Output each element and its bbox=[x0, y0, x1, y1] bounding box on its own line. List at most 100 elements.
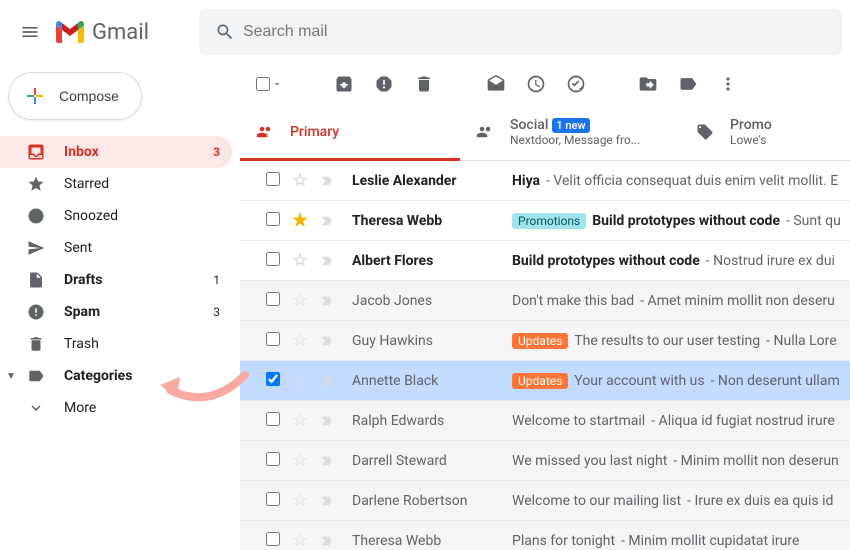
email-row[interactable]: ⋮⋮☆Leslie AlexanderHiya - Velit officia … bbox=[240, 161, 850, 201]
inbox-icon bbox=[26, 142, 46, 162]
nav-label: More bbox=[64, 400, 220, 416]
report-spam-button[interactable] bbox=[374, 74, 394, 94]
row-checkbox[interactable] bbox=[266, 532, 286, 550]
important-icon[interactable] bbox=[320, 373, 340, 389]
draft-icon bbox=[26, 270, 46, 290]
email-row[interactable]: ⋮⋮☆Darlene RobertsonWelcome to our maili… bbox=[240, 481, 850, 521]
important-icon[interactable] bbox=[320, 293, 340, 309]
star-icon[interactable]: ☆ bbox=[292, 370, 312, 391]
important-icon[interactable] bbox=[320, 453, 340, 469]
email-row[interactable]: ⋮⋮☆Jacob JonesDon't make this bad - Amet… bbox=[240, 281, 850, 321]
important-icon[interactable] bbox=[320, 213, 340, 229]
delete-button[interactable] bbox=[414, 74, 434, 94]
important-icon[interactable] bbox=[320, 533, 340, 549]
sidebar-item-more[interactable]: More bbox=[0, 392, 232, 424]
sender: Darlene Robertson bbox=[352, 493, 512, 509]
label-icon bbox=[26, 366, 46, 386]
star-icon[interactable]: ☆ bbox=[292, 450, 312, 471]
star-icon[interactable]: ☆ bbox=[292, 410, 312, 431]
toolbar bbox=[240, 64, 850, 104]
gmail-logo[interactable]: Gmail bbox=[56, 20, 149, 45]
sender: Theresa Webb bbox=[352, 533, 512, 549]
row-checkbox[interactable] bbox=[266, 412, 286, 430]
tab-promo[interactable]: PromoLowe's bbox=[680, 104, 850, 160]
more-button[interactable] bbox=[718, 74, 738, 94]
row-checkbox[interactable] bbox=[266, 292, 286, 310]
snippet: - Sunt qu bbox=[786, 213, 840, 229]
trash-icon bbox=[26, 334, 46, 354]
sidebar-item-drafts[interactable]: Drafts1 bbox=[0, 264, 232, 296]
search-bar[interactable] bbox=[199, 9, 842, 55]
tab-sub: Lowe's bbox=[730, 133, 772, 147]
row-checkbox[interactable] bbox=[266, 252, 286, 270]
sidebar-item-sent[interactable]: Sent bbox=[0, 232, 232, 264]
subject: Don't make this bad bbox=[512, 293, 634, 309]
drag-handle-icon[interactable]: ⋮⋮ bbox=[250, 374, 260, 388]
subject: Plans for tonight bbox=[512, 533, 615, 549]
search-icon[interactable] bbox=[207, 14, 243, 50]
sender: Albert Flores bbox=[352, 253, 512, 269]
email-row[interactable]: ⋮⋮☆Guy HawkinsUpdatesThe results to our … bbox=[240, 321, 850, 361]
important-icon[interactable] bbox=[320, 413, 340, 429]
star-icon[interactable]: ☆ bbox=[292, 170, 312, 191]
star-icon[interactable]: ☆ bbox=[292, 490, 312, 511]
category-tag: Updates bbox=[512, 333, 568, 349]
sidebar-item-spam[interactable]: Spam3 bbox=[0, 296, 232, 328]
star-icon[interactable]: ☆ bbox=[292, 530, 312, 550]
search-input[interactable] bbox=[243, 23, 834, 41]
star-icon[interactable]: ☆ bbox=[292, 330, 312, 351]
email-row[interactable]: ⋮⋮☆Theresa WebbPlans for tonight - Minim… bbox=[240, 521, 850, 550]
row-checkbox[interactable] bbox=[266, 172, 286, 190]
category-tag: Updates bbox=[512, 373, 568, 389]
main-menu-button[interactable] bbox=[8, 10, 52, 54]
important-icon[interactable] bbox=[320, 333, 340, 349]
star-icon[interactable]: ★ bbox=[292, 210, 312, 231]
sidebar-item-categories[interactable]: ▼Categories bbox=[0, 360, 232, 392]
tab-label: Social bbox=[510, 117, 548, 133]
row-checkbox[interactable] bbox=[266, 332, 286, 350]
add-task-button[interactable] bbox=[566, 74, 586, 94]
app-name: Gmail bbox=[92, 20, 149, 45]
nav-count: 1 bbox=[213, 273, 220, 287]
sender: Leslie Alexander bbox=[352, 173, 512, 189]
mark-read-button[interactable] bbox=[486, 74, 506, 94]
tab-icon bbox=[696, 123, 714, 141]
row-checkbox[interactable] bbox=[266, 492, 286, 510]
move-to-button[interactable] bbox=[638, 74, 658, 94]
tab-social[interactable]: Social1 newNextdoor, Message fro... bbox=[460, 104, 680, 160]
email-row[interactable]: ⋮⋮☆Annette BlackUpdatesYour account with… bbox=[240, 361, 850, 401]
sender: Annette Black bbox=[352, 373, 512, 389]
nav-count: 3 bbox=[213, 145, 220, 159]
star-icon[interactable]: ☆ bbox=[292, 290, 312, 311]
important-icon[interactable] bbox=[320, 173, 340, 189]
snooze-button[interactable] bbox=[526, 74, 546, 94]
caret-icon: ▼ bbox=[6, 371, 16, 382]
sidebar-item-trash[interactable]: Trash bbox=[0, 328, 232, 360]
subject: The results to our user testing bbox=[574, 333, 760, 349]
labels-button[interactable] bbox=[678, 74, 698, 94]
select-all-checkbox[interactable] bbox=[256, 77, 282, 91]
row-checkbox[interactable] bbox=[266, 372, 286, 390]
tab-primary[interactable]: Primary bbox=[240, 104, 460, 160]
row-checkbox[interactable] bbox=[266, 212, 286, 230]
sidebar-item-inbox[interactable]: Inbox3 bbox=[0, 136, 232, 168]
important-icon[interactable] bbox=[320, 253, 340, 269]
email-row[interactable]: ⋮⋮☆Albert FloresBuild prototypes without… bbox=[240, 241, 850, 281]
more-icon bbox=[26, 398, 46, 418]
nav-label: Spam bbox=[64, 304, 213, 320]
sender: Jacob Jones bbox=[352, 293, 512, 309]
sidebar-item-starred[interactable]: Starred bbox=[0, 168, 232, 200]
star-icon[interactable]: ☆ bbox=[292, 250, 312, 271]
compose-button[interactable]: Compose bbox=[8, 72, 142, 120]
tab-badge: 1 new bbox=[552, 118, 589, 133]
email-row[interactable]: ⋮⋮☆Darrell StewardWe missed you last nig… bbox=[240, 441, 850, 481]
subject: Welcome to our mailing list bbox=[512, 493, 681, 509]
important-icon[interactable] bbox=[320, 493, 340, 509]
snippet: - Minim mollit cupidatat irure bbox=[621, 533, 799, 549]
clock-icon bbox=[26, 206, 46, 226]
sidebar-item-snoozed[interactable]: Snoozed bbox=[0, 200, 232, 232]
row-checkbox[interactable] bbox=[266, 452, 286, 470]
email-row[interactable]: ⋮⋮☆Ralph EdwardsWelcome to startmail - A… bbox=[240, 401, 850, 441]
email-row[interactable]: ⋮⋮★Theresa WebbPromotionsBuild prototype… bbox=[240, 201, 850, 241]
archive-button[interactable] bbox=[334, 74, 354, 94]
